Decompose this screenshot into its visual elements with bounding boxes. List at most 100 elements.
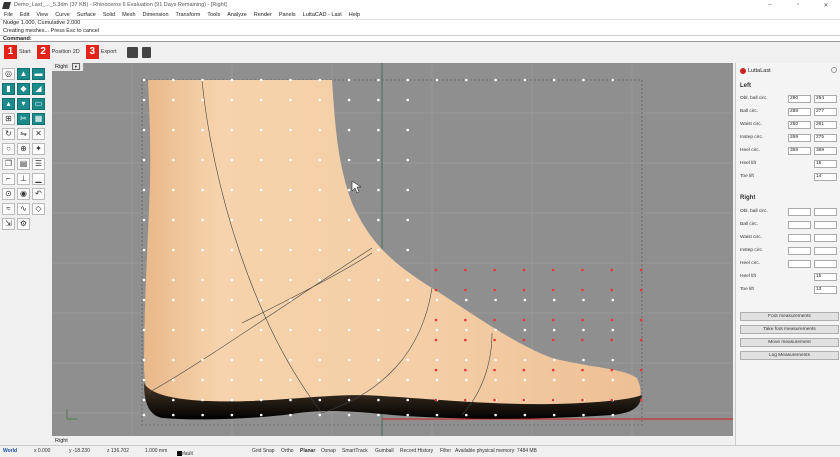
control-point[interactable] <box>582 78 585 82</box>
viewport-right[interactable]: Right ▼ <box>52 63 733 436</box>
control-point[interactable] <box>611 328 615 332</box>
control-point[interactable] <box>259 218 263 222</box>
control-point[interactable] <box>142 128 146 132</box>
control-point[interactable] <box>318 78 322 82</box>
control-point[interactable] <box>347 413 351 417</box>
control-point[interactable] <box>259 278 263 282</box>
control-point[interactable] <box>552 378 556 382</box>
selected-control-point[interactable] <box>551 368 555 372</box>
right-instep-a-input[interactable] <box>788 247 811 255</box>
viewport-canvas[interactable] <box>52 63 733 436</box>
control-point[interactable] <box>582 378 585 382</box>
control-point[interactable] <box>611 358 615 362</box>
selected-control-point[interactable] <box>464 288 467 292</box>
control-point[interactable] <box>259 298 263 302</box>
menu-mesh[interactable]: Mesh <box>122 12 135 18</box>
control-point[interactable] <box>465 298 468 302</box>
menu-file[interactable]: File <box>4 12 13 18</box>
control-point[interactable] <box>494 298 497 302</box>
selected-control-point[interactable] <box>522 368 526 372</box>
selected-control-point[interactable] <box>581 288 584 292</box>
control-point[interactable] <box>201 378 204 382</box>
control-point[interactable] <box>494 413 497 417</box>
control-point[interactable] <box>377 218 380 222</box>
selected-control-point[interactable] <box>581 338 584 342</box>
control-point[interactable] <box>347 78 351 82</box>
control-point[interactable] <box>172 158 175 162</box>
left-ball-a-input[interactable]: 288 <box>788 108 811 116</box>
control-point[interactable] <box>611 78 615 82</box>
control-point[interactable] <box>230 128 234 132</box>
flat-tool-icon[interactable]: ▁ <box>32 173 45 185</box>
selected-control-point[interactable] <box>581 368 584 372</box>
control-point[interactable] <box>289 248 292 252</box>
cplane-indicator[interactable]: World <box>3 448 17 454</box>
selected-control-point[interactable] <box>493 398 496 402</box>
left-heel-lift-input[interactable]: 15 <box>814 160 837 168</box>
control-point[interactable] <box>406 218 410 222</box>
control-point[interactable] <box>406 78 410 82</box>
control-point[interactable] <box>318 158 322 162</box>
selected-control-point[interactable] <box>434 368 438 372</box>
control-point[interactable] <box>259 158 263 162</box>
right-ball-b-input[interactable] <box>814 221 837 229</box>
selected-control-point[interactable] <box>639 338 643 342</box>
shape-tool-icon[interactable]: ▴ <box>2 98 15 110</box>
control-point[interactable] <box>142 298 146 302</box>
control-point[interactable] <box>435 298 439 302</box>
control-point[interactable] <box>318 98 322 102</box>
shield-tool-icon[interactable]: ◇ <box>32 203 45 215</box>
control-point[interactable] <box>259 398 263 402</box>
planar-toggle[interactable]: Planar <box>300 448 315 454</box>
viewport-tab-right[interactable]: Right ▼ <box>52 63 84 71</box>
control-point[interactable] <box>582 413 585 417</box>
control-point[interactable] <box>230 298 234 302</box>
heel-height-tool-icon[interactable]: ⊥ <box>17 173 30 185</box>
control-point[interactable] <box>406 278 410 282</box>
menu-panels[interactable]: Panels <box>279 12 296 18</box>
grid-snap-toggle[interactable]: Grid Snap <box>252 448 275 454</box>
selected-control-point[interactable] <box>551 398 555 402</box>
control-point[interactable] <box>523 298 527 302</box>
control-point[interactable] <box>142 413 146 417</box>
control-point[interactable] <box>552 298 556 302</box>
menu-transform[interactable]: Transform <box>176 12 201 18</box>
control-point[interactable] <box>201 278 204 282</box>
menu-dimension[interactable]: Dimension <box>143 12 169 18</box>
menu-help[interactable]: Help <box>349 12 360 18</box>
control-point[interactable] <box>406 248 410 252</box>
selected-control-point[interactable] <box>610 288 614 292</box>
control-point[interactable] <box>377 158 380 162</box>
menu-analyze[interactable]: Analyze <box>227 12 247 18</box>
control-point[interactable] <box>172 278 175 282</box>
ortho-toggle[interactable]: Ortho <box>281 448 294 454</box>
shoe-tool-icon[interactable]: ⌐ <box>2 173 15 185</box>
control-point[interactable] <box>494 358 497 362</box>
control-point[interactable] <box>172 128 175 132</box>
left-waist-a-input[interactable]: 250 <box>788 121 811 129</box>
wave2-tool-icon[interactable]: ∿ <box>17 203 30 215</box>
selected-control-point[interactable] <box>522 398 526 402</box>
left-obl-ball-a-input[interactable]: 280 <box>788 95 811 103</box>
control-point[interactable] <box>347 398 351 402</box>
scale-tool-icon[interactable]: ✂ <box>17 113 30 125</box>
right-heel-lift-input[interactable]: 15 <box>814 273 837 281</box>
right-ball-a-input[interactable] <box>788 221 811 229</box>
control-point[interactable] <box>347 298 351 302</box>
control-point[interactable] <box>347 158 351 162</box>
foot-measurements-button[interactable]: Foot measurements <box>740 312 839 321</box>
log-measurements-button[interactable]: Log Measurements <box>740 351 839 360</box>
right-obl-ball-a-input[interactable] <box>788 208 811 216</box>
minimize-button[interactable]: – <box>756 2 784 8</box>
control-point[interactable] <box>435 413 439 417</box>
control-point[interactable] <box>230 98 234 102</box>
settings-tool-icon[interactable]: ⚙ <box>17 218 30 230</box>
control-point[interactable] <box>406 298 410 302</box>
target-tool-icon[interactable]: ⊕ <box>17 143 30 155</box>
control-point[interactable] <box>347 278 351 282</box>
layers-tool-icon[interactable]: ▤ <box>17 158 30 170</box>
control-point[interactable] <box>230 413 234 417</box>
control-point[interactable] <box>289 398 292 402</box>
menu-surface[interactable]: Surface <box>77 12 96 18</box>
undo-tool-icon[interactable]: ↶ <box>32 188 45 200</box>
